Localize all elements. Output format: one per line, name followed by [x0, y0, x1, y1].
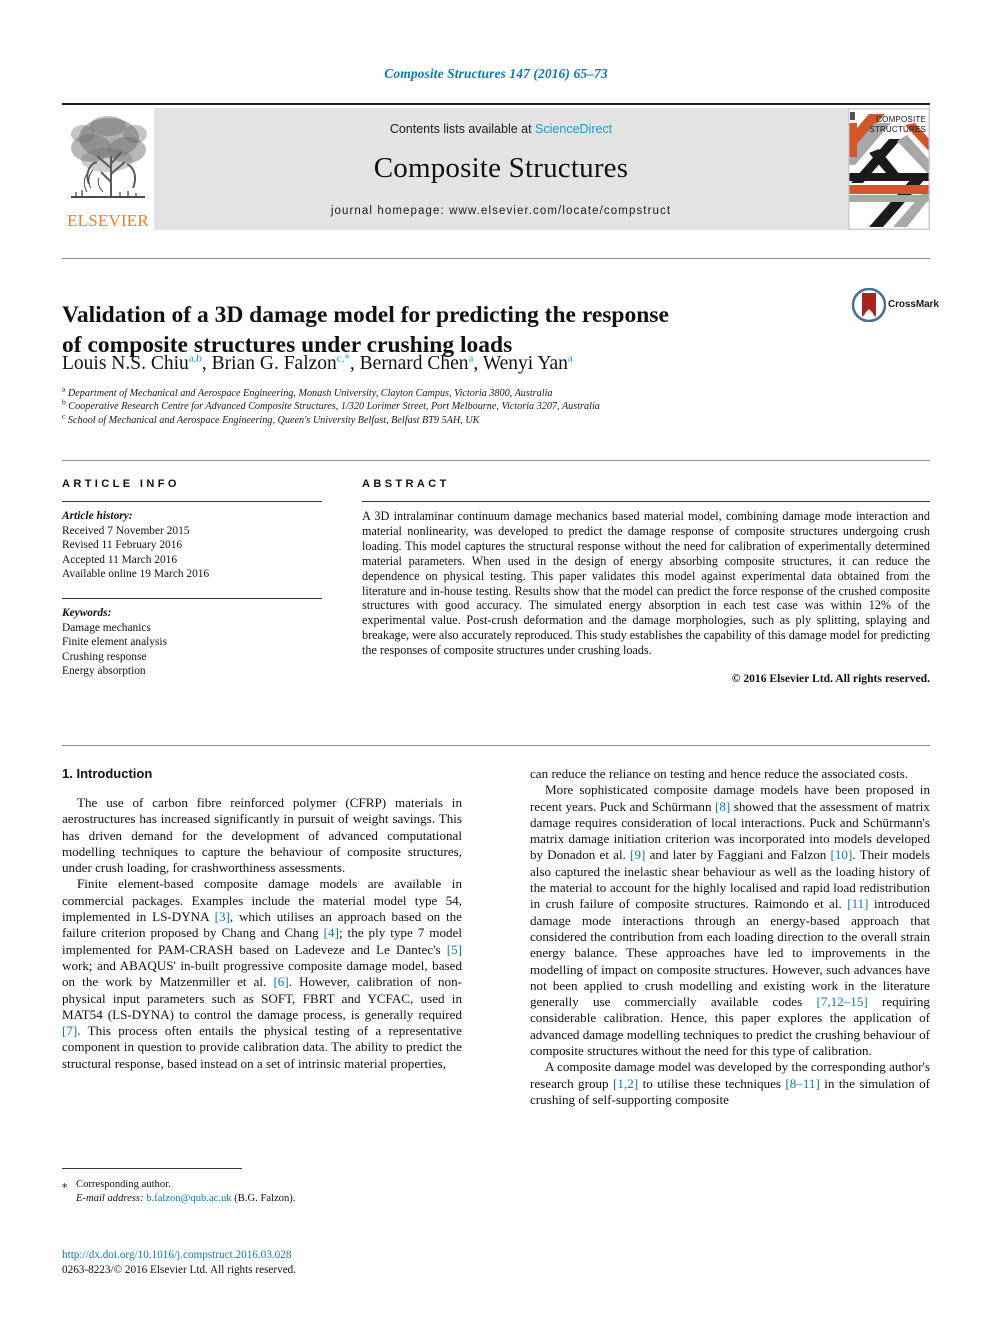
- citation-ref[interactable]: [8–11]: [785, 1076, 819, 1091]
- article-info-rule: [62, 501, 322, 502]
- abstract-text: A 3D intralaminar continuum damage mecha…: [362, 509, 930, 658]
- author-2-affiliation-marker: c,*: [336, 352, 350, 365]
- keyword-3: Crushing response: [62, 650, 147, 663]
- keywords-label: Keywords:: [62, 606, 112, 619]
- corresponding-author-marker: ⁎: [62, 1179, 68, 1190]
- info-divider: [62, 460, 930, 461]
- cover-title-line2: STRUCTURES: [869, 124, 926, 134]
- citation-ref[interactable]: [5]: [447, 942, 462, 957]
- issn-copyright-line: 0263-8223/© 2016 Elsevier Ltd. All right…: [62, 1263, 297, 1276]
- citation-ref[interactable]: [6]: [273, 974, 288, 989]
- cover-title: COMPOSITE STRUCTURES: [869, 115, 926, 134]
- keywords-block: Keywords: Damage mechanics Finite elemen…: [62, 606, 322, 679]
- history-revised: Revised 11 February 2016: [62, 539, 183, 552]
- title-divider: [62, 258, 930, 259]
- email-owner: (B.G. Falzon).: [234, 1193, 296, 1204]
- email-address-link[interactable]: b.falzon@qub.ac.uk: [146, 1193, 231, 1204]
- citation-ref[interactable]: [11]: [847, 896, 868, 911]
- citation-ref[interactable]: [4]: [324, 925, 339, 940]
- body-column-right: can reduce the reliance on testing and h…: [530, 766, 930, 1108]
- crossmark-icon: [851, 287, 887, 323]
- keyword-4: Energy absorption: [62, 665, 146, 678]
- author-4: Wenyi Yana: [482, 352, 573, 374]
- history-received: Received 7 November 2015: [62, 524, 190, 537]
- elsevier-tree-icon: [71, 116, 147, 198]
- citation-ref[interactable]: [8]: [715, 799, 730, 814]
- author-1-affiliation-marker: a,b: [188, 352, 202, 365]
- abstract-heading: ABSTRACT: [362, 478, 450, 490]
- running-head: Composite Structures 147 (2016) 65–73: [384, 66, 608, 81]
- cover-title-line1: COMPOSITE: [876, 115, 926, 124]
- article-history: Article history: Received 7 November 201…: [62, 509, 322, 582]
- keywords-rule: [62, 597, 322, 599]
- crossmark-label: CrossMark: [888, 299, 939, 310]
- author-list: Louis N.S. Chiua,b, Brian G. Falzonc,*, …: [62, 352, 573, 374]
- paragraph: can reduce the reliance on testing and h…: [530, 766, 909, 781]
- page-title: Validation of a 3D damage model for pred…: [62, 300, 762, 360]
- title-line-1: Validation of a 3D damage model for pred…: [62, 301, 669, 328]
- affiliation-a: a Department of Mechanical and Aerospace…: [62, 384, 553, 399]
- author-4-affiliation-marker: a: [567, 352, 573, 365]
- contents-prefix: Contents lists available at: [389, 122, 536, 136]
- history-accepted: Accepted 11 March 2016: [62, 553, 178, 566]
- keyword-1: Damage mechanics: [62, 621, 151, 634]
- author-3: Bernard Chena: [359, 352, 474, 374]
- affiliation-list: a Department of Mechanical and Aerospace…: [62, 384, 930, 427]
- article-info-panel: ARTICLE INFO Article history: Received 7…: [62, 478, 322, 679]
- affiliation-b: b Cooperative Research Centre for Advanc…: [62, 397, 600, 413]
- journal-homepage-link[interactable]: journal homepage: www.elsevier.com/locat…: [154, 205, 848, 217]
- footnote-block: ⁎ Corresponding author. E-mail address: b…: [62, 1178, 462, 1206]
- affiliation-c: c School of Mechanical and Aerospace Eng…: [62, 411, 480, 426]
- author-2: Brian G. Falzonc,*: [211, 352, 350, 374]
- elsevier-logo: ELSEVIER: [62, 108, 154, 230]
- abstract-rule: [362, 501, 930, 502]
- corresponding-author-label: Corresponding author.: [76, 1179, 171, 1190]
- footnote-divider: [62, 1168, 242, 1169]
- email-note: E-mail address: b.falzon@qub.ac.uk (B.G.…: [62, 1192, 462, 1206]
- history-online: Available online 19 March 2016: [62, 568, 210, 581]
- author-1: Louis N.S. Chiua,b: [62, 352, 202, 374]
- paragraph: More sophisticated composite damage mode…: [530, 782, 930, 1059]
- journal-title: Composite Structures: [373, 152, 629, 184]
- citation-ref[interactable]: [9]: [630, 847, 645, 862]
- corresponding-author-note: ⁎ Corresponding author.: [62, 1178, 462, 1192]
- sciencedirect-link[interactable]: ScienceDirect: [535, 122, 612, 136]
- crossmark-badge[interactable]: CrossMark: [851, 287, 939, 324]
- journal-band: Contents lists available at ScienceDirec…: [154, 108, 848, 230]
- journal-article-first-page: Composite Structures 147 (2016) 65–73 EL…: [0, 0, 992, 1323]
- contents-line: Contents lists available at ScienceDirec…: [154, 122, 848, 136]
- journal-masthead: ELSEVIER Contents lists available at Sci…: [62, 103, 930, 233]
- keyword-2: Finite element analysis: [62, 636, 168, 649]
- article-history-label: Article history:: [62, 510, 133, 522]
- citation-ref[interactable]: [10]: [831, 847, 853, 862]
- citation-ref[interactable]: [1,2]: [613, 1076, 638, 1091]
- abstract-panel: ABSTRACT A 3D intralaminar continuum dam…: [362, 478, 930, 685]
- doi-link[interactable]: http://dx.doi.org/10.1016/j.compstruct.2…: [62, 1248, 562, 1263]
- paragraph: A composite damage model was developed b…: [530, 1059, 930, 1107]
- article-info-heading: ARTICLE INFO: [62, 478, 180, 490]
- paragraph: Finite element-based composite damage mo…: [62, 876, 462, 1071]
- paragraph: The use of carbon fibre reinforced polym…: [62, 795, 462, 876]
- elsevier-wordmark: ELSEVIER: [67, 211, 149, 230]
- citation-ref[interactable]: [7]: [62, 1023, 77, 1038]
- body-divider: [62, 745, 930, 746]
- body-column-left: 1. Introduction The use of carbon fibre …: [62, 766, 462, 1072]
- abstract-copyright: © 2016 Elsevier Ltd. All rights reserved…: [731, 672, 930, 686]
- journal-cover-thumbnail: COMPOSITE STRUCTURES: [848, 108, 930, 230]
- citation-ref[interactable]: [3]: [215, 909, 230, 924]
- doi-block: http://dx.doi.org/10.1016/j.compstruct.2…: [62, 1248, 562, 1277]
- section-heading-introduction: 1. Introduction: [62, 766, 153, 781]
- citation-ref[interactable]: [7,12–15]: [816, 994, 867, 1009]
- email-label: E-mail address:: [76, 1193, 144, 1204]
